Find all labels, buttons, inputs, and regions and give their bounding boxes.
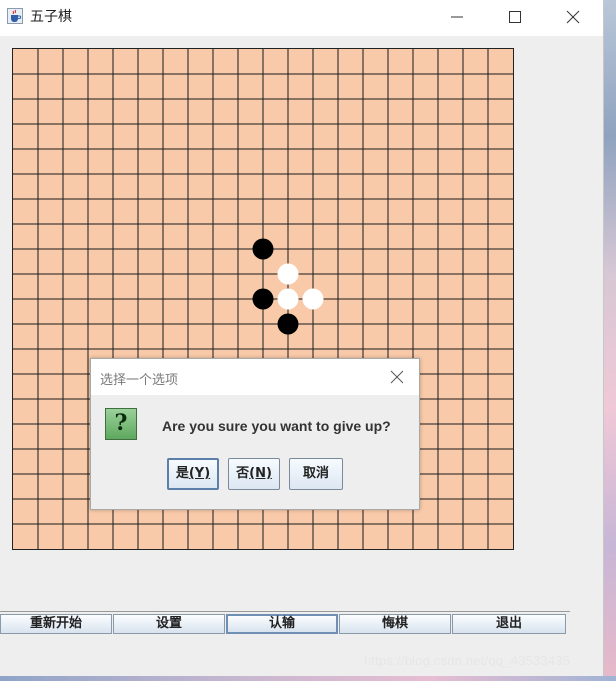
no-mnemonic: (N): [249, 466, 272, 481]
maximize-icon: [509, 11, 521, 23]
close-icon: [566, 10, 580, 24]
no-button[interactable]: 否(N): [228, 458, 280, 490]
watermark-text: https://blog.csdn.net/qq_43533435: [364, 653, 571, 668]
no-label: 否: [236, 466, 250, 481]
question-icon: ?: [105, 408, 137, 440]
minimize-icon: [451, 16, 463, 18]
desktop-wallpaper: [604, 0, 616, 681]
give-up-button[interactable]: 认输: [226, 614, 338, 634]
dialog-title: 选择一个选项: [100, 373, 179, 388]
yes-mnemonic: (Y): [188, 466, 211, 481]
black-stone: [277, 313, 299, 335]
dialog-titlebar: 选择一个选项: [91, 359, 419, 395]
maximize-button[interactable]: [486, 0, 544, 34]
window-title: 五子棋: [30, 9, 72, 25]
settings-button[interactable]: 设置: [113, 614, 225, 634]
white-stone: [277, 263, 299, 285]
gomoku-window: 五子棋 重新开始 设置 认输 悔棋 退出: [0, 0, 604, 676]
java-cup-icon: [7, 8, 23, 24]
bottom-toolbar: 重新开始 设置 认输 悔棋 退出: [0, 611, 570, 635]
yes-label: 是: [175, 466, 189, 481]
dialog-message: Are you sure you want to give up?: [162, 418, 391, 434]
dialog-close-button[interactable]: [383, 363, 411, 391]
black-stone: [252, 288, 274, 310]
black-stone: [252, 238, 274, 260]
cancel-button[interactable]: 取消: [289, 458, 343, 490]
close-button[interactable]: [544, 0, 602, 34]
restart-button[interactable]: 重新开始: [0, 614, 112, 634]
white-stone: [277, 288, 299, 310]
desktop-background-strip: [0, 676, 616, 681]
white-stone: [302, 288, 324, 310]
exit-button[interactable]: 退出: [452, 614, 566, 634]
undo-button[interactable]: 悔棋: [339, 614, 451, 634]
window-titlebar: 五子棋: [0, 0, 603, 36]
yes-button[interactable]: 是(Y): [167, 458, 219, 490]
confirm-dialog: 选择一个选项 ? Are you sure you want to give u…: [90, 358, 420, 510]
minimize-button[interactable]: [428, 0, 486, 34]
close-icon: [390, 370, 404, 384]
